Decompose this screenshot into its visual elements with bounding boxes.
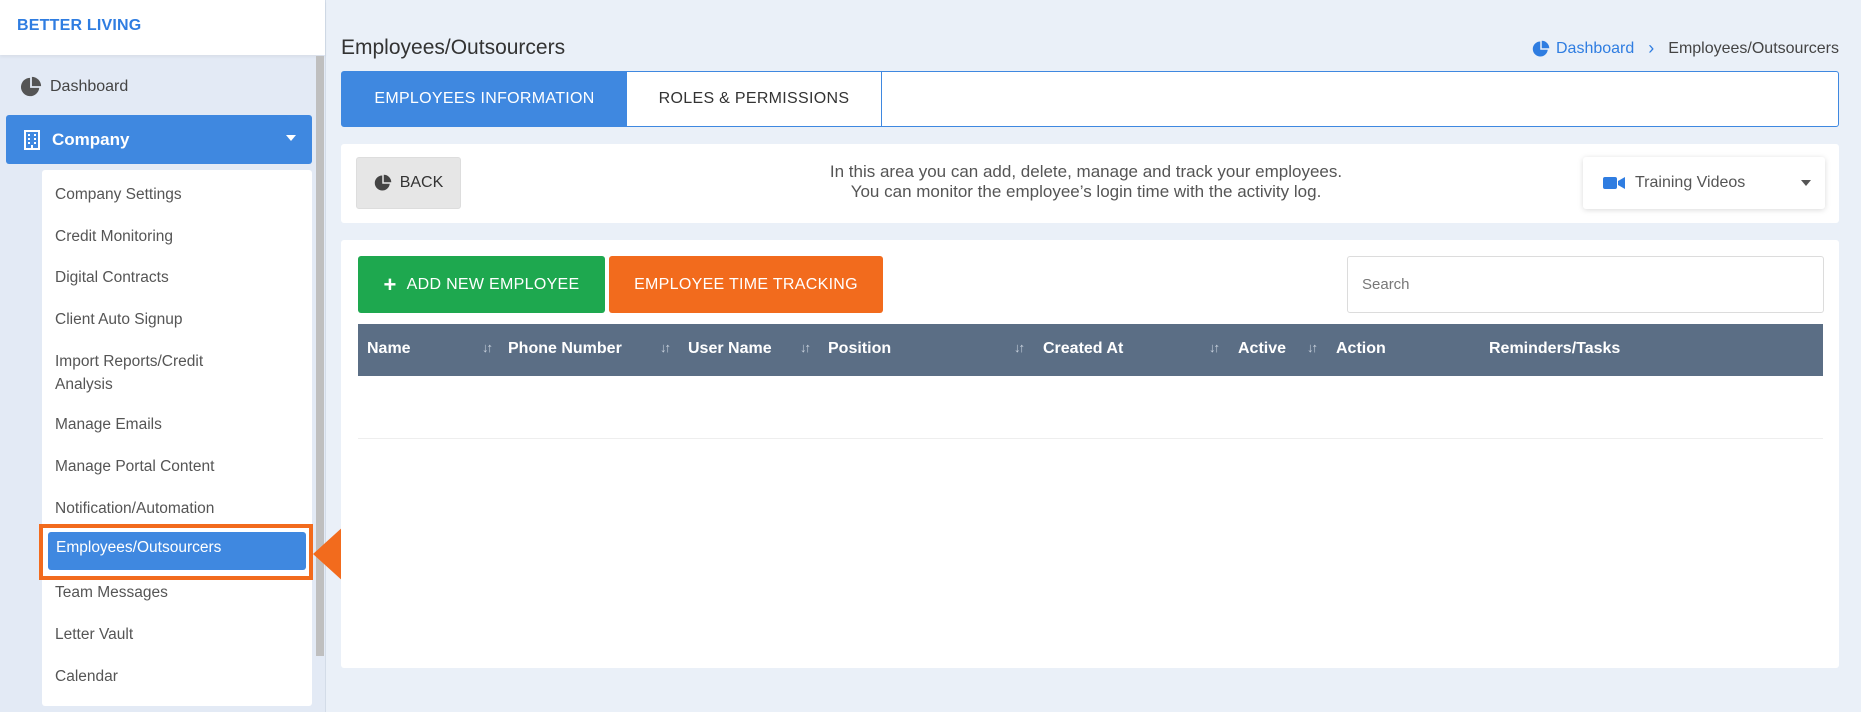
training-videos-dropdown[interactable]: Training Videos: [1583, 157, 1825, 209]
sidebar-item-company[interactable]: Company: [6, 115, 312, 164]
tab-employees-information[interactable]: EMPLOYEES INFORMATION: [342, 72, 627, 126]
pie-chart-icon: [20, 76, 42, 97]
employees-table-card: + ADD NEW EMPLOYEE EMPLOYEE TIME TRACKIN…: [341, 240, 1839, 668]
table-header: Name ↓↑ Phone Number ↓↑ User Name ↓↑ Pos…: [358, 324, 1823, 376]
sort-icon[interactable]: ↓↑: [482, 340, 493, 355]
breadcrumb-current: Employees/Outsourcers: [1668, 39, 1839, 57]
brand-logo[interactable]: BETTER LIVING: [0, 0, 325, 55]
info-description: In this area you can add, delete, manage…: [741, 162, 1431, 202]
column-header-phone-number[interactable]: Phone Number: [508, 340, 622, 358]
breadcrumb-dashboard-link[interactable]: Dashboard: [1556, 40, 1634, 58]
submenu-item-import-reports[interactable]: Import Reports/Credit Analysis: [55, 350, 255, 396]
submenu-item-manage-portal-content[interactable]: Manage Portal Content: [55, 455, 305, 478]
building-icon: [24, 129, 40, 150]
highlight-outline: [39, 524, 313, 580]
sort-icon[interactable]: ↓↑: [800, 340, 811, 355]
tab-roles-permissions[interactable]: ROLES & PERMISSIONS: [627, 72, 882, 126]
sidebar-item-label: Dashboard: [50, 78, 129, 95]
training-videos-label: Training Videos: [1635, 174, 1746, 191]
column-header-position[interactable]: Position: [828, 340, 891, 358]
info-line-2: You can monitor the employee’s login tim…: [850, 182, 1322, 201]
submenu-item-team-messages[interactable]: Team Messages: [55, 581, 305, 604]
sort-icon[interactable]: ↓↑: [1209, 340, 1220, 355]
sort-icon[interactable]: ↓↑: [660, 340, 671, 355]
sort-icon[interactable]: ↓↑: [1307, 340, 1318, 355]
pie-chart-icon: [374, 174, 391, 191]
submenu-item-calendar[interactable]: Calendar: [55, 665, 305, 688]
tab-bar: EMPLOYEES INFORMATION ROLES & PERMISSION…: [341, 71, 1839, 127]
sidebar-item-dashboard[interactable]: Dashboard: [6, 72, 312, 102]
sidebar-item-label: Company: [52, 129, 130, 149]
breadcrumb: Dashboard › Employees/Outsourcers: [1532, 38, 1839, 59]
column-header-user-name[interactable]: User Name: [688, 340, 772, 358]
plus-icon: +: [383, 271, 397, 297]
employee-time-tracking-button[interactable]: EMPLOYEE TIME TRACKING: [609, 256, 883, 313]
chevron-down-icon: [286, 135, 296, 141]
sidebar: BETTER LIVING Dashboard Company Company …: [0, 0, 326, 712]
column-header-action: Action: [1336, 340, 1386, 357]
column-header-reminders-tasks: Reminders/Tasks: [1489, 340, 1621, 357]
submenu-item-manage-emails[interactable]: Manage Emails: [55, 413, 305, 436]
sort-icon[interactable]: ↓↑: [1014, 340, 1025, 355]
chevron-down-icon: [1801, 180, 1811, 186]
video-camera-icon: [1603, 177, 1625, 189]
info-line-1: In this area you can add, delete, manage…: [829, 162, 1343, 181]
column-header-name[interactable]: Name: [367, 340, 411, 358]
back-button-label: BACK: [399, 174, 444, 191]
submenu-item-credit-monitoring[interactable]: Credit Monitoring: [55, 225, 305, 248]
company-submenu: Company Settings Credit Monitoring Digit…: [42, 170, 312, 706]
column-header-active[interactable]: Active: [1238, 340, 1286, 358]
submenu-item-client-auto-signup[interactable]: Client Auto Signup: [55, 308, 305, 331]
search-input[interactable]: [1347, 256, 1824, 313]
pie-chart-icon: [1532, 40, 1550, 56]
chevron-right-icon: ›: [1648, 38, 1655, 58]
submenu-item-notification-automation[interactable]: Notification/Automation: [55, 497, 305, 520]
column-header-created-at[interactable]: Created At: [1043, 340, 1123, 358]
page-title: Employees/Outsourcers: [341, 36, 566, 59]
submenu-item-digital-contracts[interactable]: Digital Contracts: [55, 266, 305, 289]
submenu-item-letter-vault[interactable]: Letter Vault: [55, 623, 305, 646]
info-card: BACK In this area you can add, delete, m…: [341, 144, 1839, 223]
back-button[interactable]: BACK: [356, 157, 461, 209]
table-body-divider: [358, 438, 1823, 439]
submenu-item-company-settings[interactable]: Company Settings: [55, 183, 305, 206]
add-new-employee-button[interactable]: + ADD NEW EMPLOYEE: [358, 256, 605, 313]
add-new-employee-label: ADD NEW EMPLOYEE: [406, 275, 580, 293]
